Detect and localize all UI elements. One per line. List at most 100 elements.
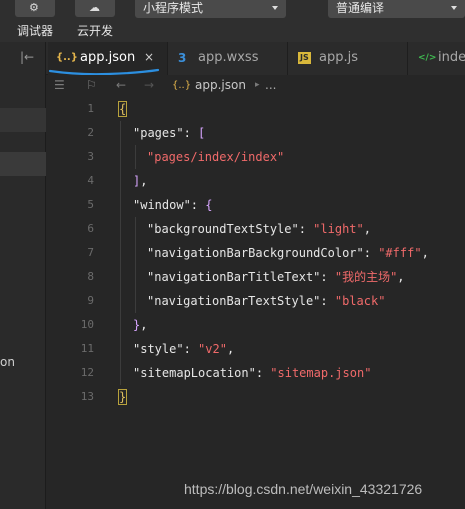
sidebar-row-selected[interactable] xyxy=(0,152,46,176)
debugger-icon: ⚙ xyxy=(29,1,39,14)
line-number: 12 xyxy=(80,366,94,379)
line-number: 8 xyxy=(87,270,94,283)
back-arrow-icon[interactable]: ← xyxy=(116,78,126,92)
code-line: 12 "sitemapLocation": "sitemap.json" xyxy=(46,361,465,385)
json-key: "navigationBarTitleText" xyxy=(147,270,321,284)
json-string: "light" xyxy=(313,222,364,236)
breadcrumb-separator: ▸ xyxy=(255,80,260,90)
list-icon[interactable]: ☰ xyxy=(54,78,65,92)
json-key: "style" xyxy=(133,342,184,356)
comma: , xyxy=(226,342,235,356)
cloud-icon: ☁ xyxy=(89,1,100,14)
debugger-label: 调试器 xyxy=(17,24,54,38)
code-line: 11 "style": "v2", xyxy=(46,337,465,361)
cloud-label: 云开发 xyxy=(77,24,114,38)
line-number: 5 xyxy=(87,198,94,211)
line-number: 2 xyxy=(87,126,94,139)
json-file-icon: {..} xyxy=(56,52,78,63)
code-line: 7 "navigationBarBackgroundColor": "#fff"… xyxy=(46,241,465,265)
sidebar-row-highlight[interactable] xyxy=(0,108,46,132)
tab-label: app.wxss xyxy=(198,50,259,65)
line-number: 9 xyxy=(87,294,94,307)
comma: , xyxy=(140,174,148,188)
code-line: 2 "pages": [ xyxy=(46,121,465,145)
tab-label: app.json xyxy=(80,50,136,65)
code-editor[interactable]: 1 { 2 "pages": [ 3 "pages/index/index" 4… xyxy=(46,97,465,509)
forward-arrow-icon[interactable]: → xyxy=(144,78,154,92)
code-line: 13 } xyxy=(46,385,465,409)
bookmark-icon[interactable]: ⚐ xyxy=(86,78,97,92)
comma: , xyxy=(397,270,405,284)
json-string: "black" xyxy=(334,294,386,308)
line-number: 3 xyxy=(87,150,94,163)
bracket: [ xyxy=(198,126,206,140)
file-explorer-sidebar: on xyxy=(0,42,46,509)
close-brace: } xyxy=(117,389,128,405)
js-file-icon: JS xyxy=(298,52,311,64)
json-key: "sitemapLocation" xyxy=(133,366,256,380)
line-number: 4 xyxy=(87,174,94,187)
colon: : xyxy=(298,222,314,236)
mode-select[interactable]: 小程序模式 xyxy=(135,0,286,18)
cloud-button[interactable]: ☁ xyxy=(75,0,115,17)
line-number: 11 xyxy=(80,342,94,355)
debugger-button[interactable]: ⚙ xyxy=(15,0,55,17)
colon: : xyxy=(320,294,335,308)
json-key: "navigationBarBackgroundColor" xyxy=(147,246,364,260)
code-line: 5 "window": { xyxy=(46,193,465,217)
json-string: "#fff" xyxy=(378,246,422,260)
json-file-icon: {..} xyxy=(172,80,192,91)
close-icon[interactable]: × xyxy=(144,50,154,64)
line-number: 7 xyxy=(87,246,94,259)
json-key: "backgroundTextStyle" xyxy=(147,222,299,236)
json-key: "navigationBarTextStyle" xyxy=(147,294,321,308)
line-number: 13 xyxy=(80,390,94,403)
mode-select-value: 小程序模式 xyxy=(143,1,204,15)
line-number: 1 xyxy=(87,102,94,115)
collapse-sidebar-icon[interactable]: |← xyxy=(20,50,34,64)
brace: { xyxy=(205,198,213,212)
colon: : xyxy=(320,270,335,284)
watermark: https://blog.csdn.net/weixin_43321726 xyxy=(184,481,423,497)
json-string: "v2" xyxy=(198,342,227,356)
code-line: 1 { xyxy=(46,97,465,121)
tab-app-wxss[interactable]: 3 app.wxss xyxy=(168,42,288,75)
tab-label: app.js xyxy=(319,50,358,65)
code-line: 3 "pages/index/index" xyxy=(46,145,465,169)
colon: : xyxy=(183,342,199,356)
css-file-icon: 3 xyxy=(178,51,187,65)
open-brace: { xyxy=(117,101,128,117)
compile-select[interactable]: 普通编译 xyxy=(328,0,465,18)
code-line: 4 ], xyxy=(46,169,465,193)
comma: , xyxy=(363,222,371,236)
comma: , xyxy=(140,318,148,332)
colon: : xyxy=(255,366,271,380)
json-key: "window" xyxy=(133,198,191,212)
line-number: 10 xyxy=(80,318,94,331)
colon: : xyxy=(363,246,379,260)
breadcrumb-file[interactable]: app.json xyxy=(195,78,246,92)
json-string: "pages/index/index" xyxy=(147,150,285,164)
tab-label: inde xyxy=(438,50,465,65)
chevron-down-icon xyxy=(272,6,278,10)
code-line: 6 "backgroundTextStyle": "light", xyxy=(46,217,465,241)
tab-index[interactable]: </> inde xyxy=(408,42,465,75)
colon: : xyxy=(183,126,199,140)
sidebar-item-label[interactable]: on xyxy=(0,355,15,369)
breadcrumb: ☰ ⚐ ← → {..} app.json ▸ ... xyxy=(46,75,465,97)
code-line: 10 }, xyxy=(46,313,465,337)
breadcrumb-more[interactable]: ... xyxy=(265,78,276,92)
line-number: 6 xyxy=(87,222,94,235)
chevron-down-icon xyxy=(451,6,457,10)
comma: , xyxy=(421,246,429,260)
json-string: "我的主场" xyxy=(334,270,398,284)
code-line: 8 "navigationBarTitleText": "我的主场", xyxy=(46,265,465,289)
json-key: "pages" xyxy=(133,126,184,140)
tab-app-js[interactable]: JS app.js xyxy=(288,42,408,75)
top-toolbar: ⚙ 调试器 ☁ 云开发 小程序模式 普通编译 xyxy=(0,0,465,42)
json-string: "sitemap.json" xyxy=(270,366,372,380)
wxml-file-icon: </> xyxy=(418,53,437,63)
colon: : xyxy=(190,198,206,212)
code-line: 9 "navigationBarTextStyle": "black" xyxy=(46,289,465,313)
compile-select-value: 普通编译 xyxy=(336,1,385,15)
